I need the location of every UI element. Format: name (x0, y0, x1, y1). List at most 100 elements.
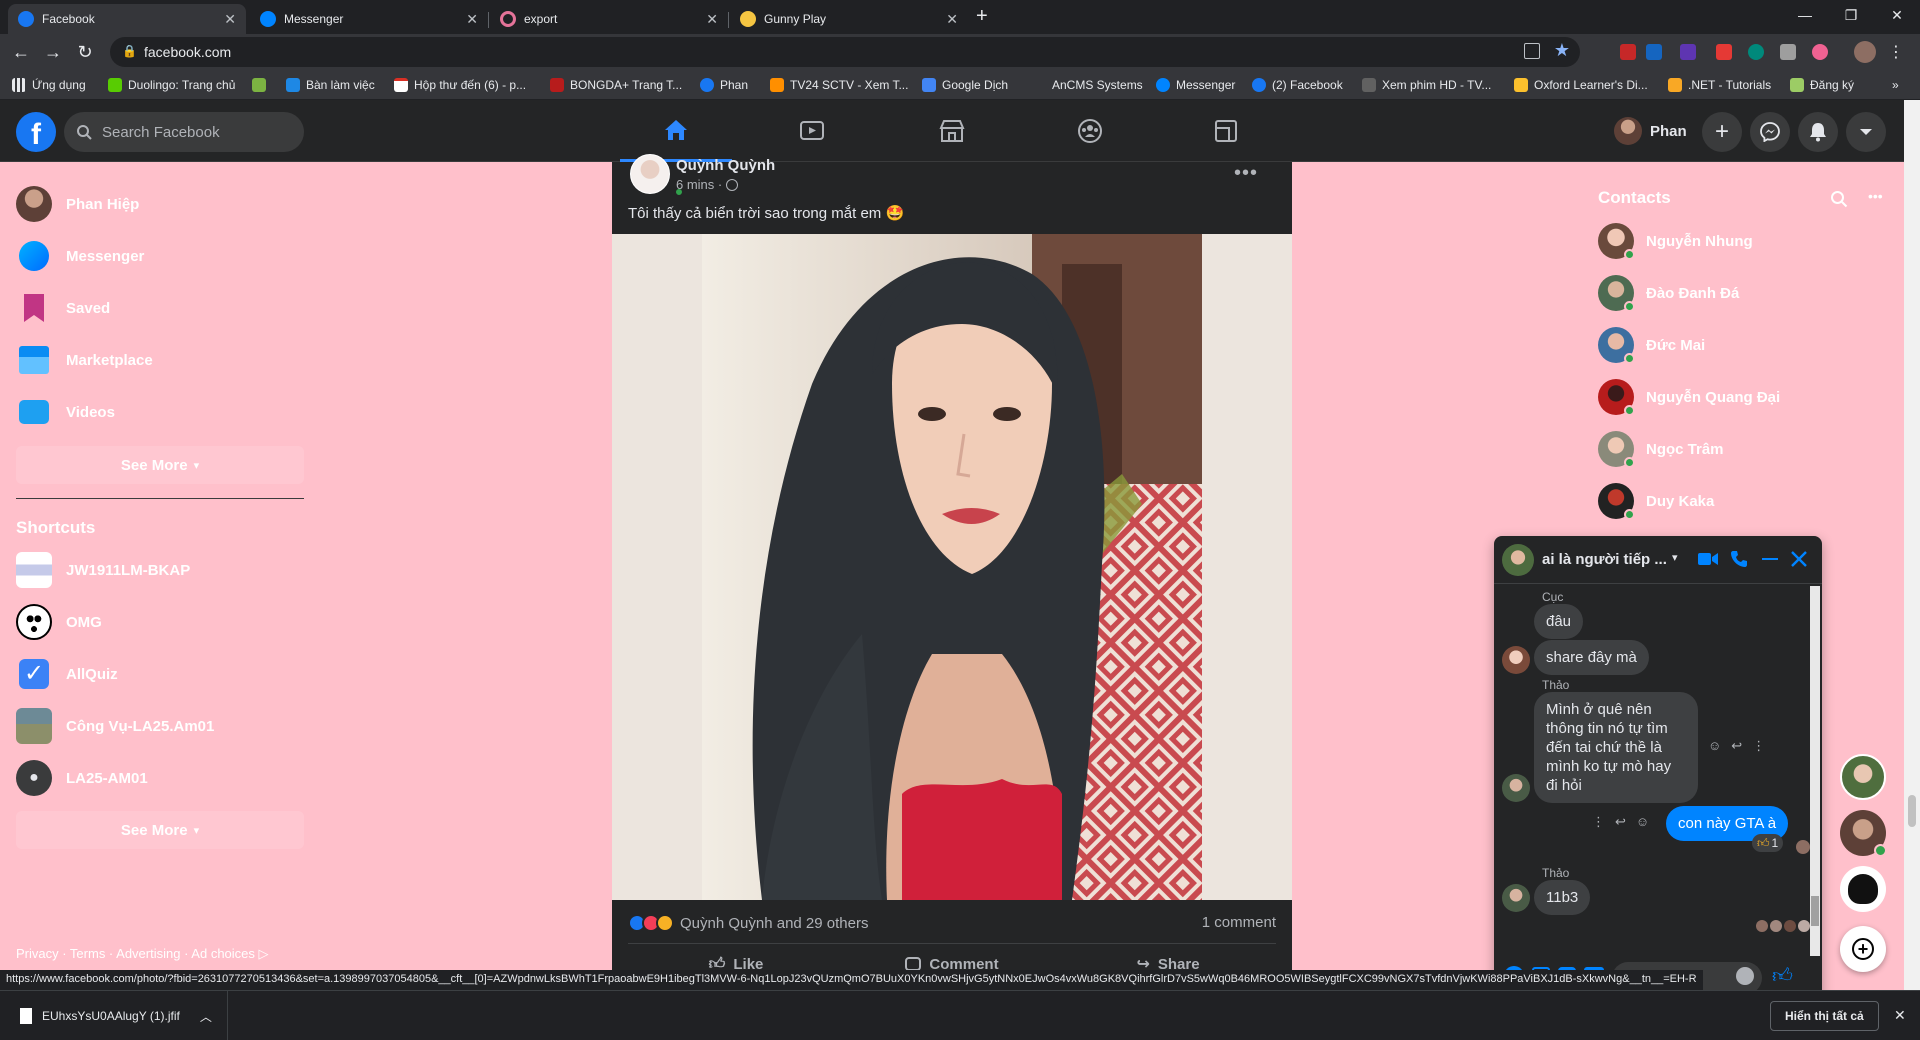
close-tab-icon[interactable]: ✕ (466, 11, 478, 28)
sidebar-item-profile[interactable]: Phan Hiệp (16, 182, 139, 226)
close-window-icon[interactable]: ✕ (1874, 0, 1920, 30)
sidebar-item-videos[interactable]: Videos (16, 390, 115, 434)
bookmark-oxford[interactable]: Oxford Learner's Di... (1514, 76, 1648, 94)
bookmark-inbox[interactable]: Hộp thư đến (6) - p... (394, 76, 526, 94)
notifications-button[interactable] (1798, 112, 1838, 152)
shortcut-la25-am01[interactable]: ● LA25-AM01 (16, 756, 148, 800)
message-bubble[interactable]: share đây mà (1534, 640, 1649, 675)
chat-title[interactable]: ai là người tiếp ... (1542, 551, 1667, 568)
close-tab-icon[interactable]: ✕ (706, 11, 718, 28)
nav-watch[interactable] (756, 100, 868, 162)
profile-avatar[interactable] (1854, 41, 1876, 63)
profile-shortcut[interactable]: Phan (1614, 114, 1687, 148)
emoji-icon[interactable] (1736, 967, 1754, 985)
bookmark-ancms[interactable]: AnCMS Systems (1052, 76, 1143, 94)
contact-item[interactable]: Ngọc Trâm (1598, 427, 1724, 471)
nav-home[interactable] (620, 100, 732, 162)
chat-head[interactable] (1840, 810, 1887, 857)
reply-icon[interactable]: ↩ (1615, 814, 1626, 830)
tab-export[interactable]: export ✕ (490, 4, 728, 34)
contact-item[interactable]: Đức Mai (1598, 323, 1705, 367)
close-download-shelf-icon[interactable]: ✕ (1894, 1007, 1906, 1024)
account-menu-button[interactable] (1846, 112, 1886, 152)
contact-item[interactable]: Đào Đanh Đá (1598, 271, 1739, 315)
messenger-button[interactable] (1750, 112, 1790, 152)
close-tab-icon[interactable]: ✕ (224, 11, 236, 28)
close-tab-icon[interactable]: ✕ (946, 11, 958, 28)
bookmark-dang-ky[interactable]: Đăng ký (1790, 76, 1854, 94)
bookmark-apps[interactable]: Ứng dụng (12, 76, 86, 94)
see-more-shortcuts-button[interactable]: See More ▾ (16, 811, 304, 849)
more-vertical-icon[interactable]: ⋮ (1752, 738, 1765, 754)
bookmark-dotnet[interactable]: .NET - Tutorials (1668, 76, 1771, 94)
search-contacts-icon[interactable] (1830, 190, 1848, 208)
contacts-options-icon[interactable]: ••• (1868, 188, 1883, 204)
page-scrollbar[interactable] (1904, 100, 1920, 990)
forward-icon[interactable]: → (42, 41, 64, 63)
tab-facebook[interactable]: Facebook ✕ (8, 4, 246, 34)
message-reaction[interactable]: 👍︎ 1 (1752, 834, 1784, 852)
message-bubble[interactable]: Mình ở quê nên thông tin nó tự tìm đến t… (1534, 692, 1698, 803)
chat-scrollbar[interactable] (1810, 586, 1820, 956)
extension-icon[interactable] (1680, 44, 1696, 60)
bookmark-google-translate[interactable]: Google Dịch (922, 76, 1008, 94)
nav-groups[interactable] (1034, 100, 1146, 162)
voice-call-icon[interactable] (1730, 550, 1748, 568)
reactions-summary[interactable]: Quỳnh Quỳnh and 29 others (628, 912, 868, 934)
shortcut-allquiz[interactable]: ✓ AllQuiz (16, 652, 118, 696)
contact-item[interactable]: Nguyễn Quang Đại (1598, 375, 1780, 419)
sidebar-item-messenger[interactable]: Messenger (16, 234, 144, 278)
extension-icon[interactable] (1716, 44, 1732, 60)
avatar[interactable] (630, 154, 670, 194)
bookmark-xem-phim[interactable]: Xem phim HD - TV... (1362, 76, 1491, 94)
sidebar-item-saved[interactable]: Saved (16, 286, 110, 330)
post-author[interactable]: Quỳnh Quỳnh (676, 157, 775, 174)
message-bubble[interactable]: 11b3 (1534, 880, 1591, 915)
adblock-extension-icon[interactable] (1620, 44, 1636, 60)
comments-count[interactable]: 1 comment (1202, 914, 1276, 931)
new-tab-button[interactable]: + (976, 5, 988, 28)
show-all-downloads-button[interactable]: Hiển thị tất cả (1770, 1001, 1879, 1031)
chevron-up-icon[interactable]: ︿ (200, 1008, 212, 1025)
chat-head[interactable] (1840, 754, 1886, 800)
extension-icon[interactable] (1646, 44, 1662, 60)
nav-marketplace[interactable] (896, 100, 1008, 162)
facebook-logo-icon[interactable]: f (16, 112, 56, 152)
footer-links[interactable]: Privacy · Terms · Advertising · Ad choic… (16, 946, 269, 962)
video-call-icon[interactable] (1698, 552, 1718, 566)
contact-item[interactable]: Nguyễn Nhung (1598, 219, 1753, 263)
bookmark-work[interactable] (252, 76, 266, 94)
message-bubble[interactable]: đâu (1534, 604, 1584, 639)
extension-icon[interactable] (1812, 44, 1828, 60)
restore-window-icon[interactable]: ❐ (1828, 0, 1874, 30)
back-icon[interactable]: ← (10, 41, 32, 63)
menu-dots-icon[interactable]: ⋮ (1888, 42, 1904, 62)
bookmark-duolingo[interactable]: Duolingo: Trang chủ (108, 76, 235, 94)
chat-head[interactable] (1840, 866, 1886, 912)
minimize-window-icon[interactable]: — (1782, 0, 1828, 30)
search-input[interactable]: Search Facebook (64, 112, 304, 152)
bookmark-star-icon[interactable]: ★ (1554, 40, 1570, 61)
chat-scrollbar-thumb[interactable] (1811, 896, 1819, 926)
bookmark-phan[interactable]: Phan (700, 76, 748, 94)
post-time[interactable]: 6 mins · (676, 177, 722, 192)
react-emoji-icon[interactable]: ☺ (1708, 738, 1721, 754)
close-chat-icon[interactable] (1790, 550, 1808, 568)
extension-icon[interactable] (1780, 44, 1796, 60)
page-scrollbar-thumb[interactable] (1908, 795, 1916, 827)
more-options-icon[interactable]: ••• (1234, 162, 1258, 185)
new-message-button[interactable]: + (1840, 926, 1886, 972)
minimize-chat-icon[interactable] (1762, 558, 1778, 560)
bookmark-messenger[interactable]: Messenger (1156, 76, 1235, 94)
shortcut-omg[interactable]: OMG (16, 600, 102, 644)
extension-icon[interactable] (1748, 44, 1764, 60)
react-emoji-icon[interactable]: ☺ (1636, 814, 1649, 830)
bookmark-desk[interactable]: Bàn làm việc (286, 76, 375, 94)
address-bar[interactable]: 🔒 facebook.com ★ (110, 37, 1580, 67)
shortcut-cong-vu[interactable]: Công Vụ-LA25.Am01 (16, 704, 214, 748)
chevron-down-icon[interactable]: ▾ (1672, 551, 1678, 564)
download-item[interactable]: EUhxsYsU0AAlugY (1).jfif ︿ (0, 991, 228, 1040)
post-photo-area[interactable] (612, 234, 1292, 900)
tab-messenger[interactable]: Messenger ✕ (250, 4, 488, 34)
sidebar-item-marketplace[interactable]: Marketplace (16, 338, 153, 382)
